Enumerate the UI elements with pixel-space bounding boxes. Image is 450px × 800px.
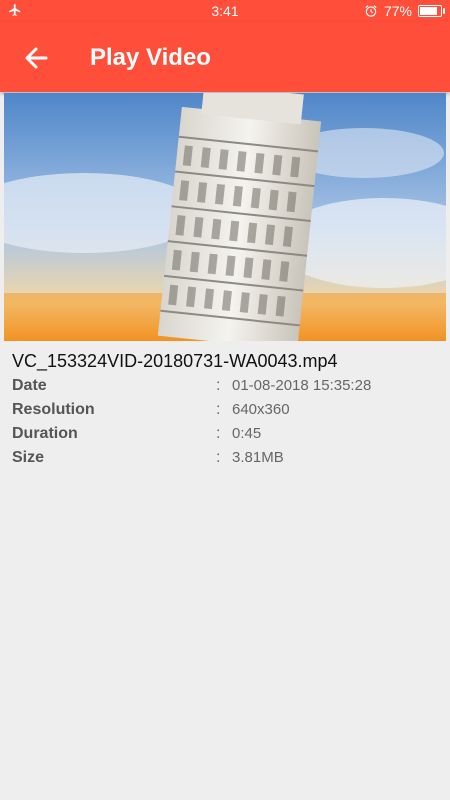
- battery-percent: 77%: [383, 3, 412, 19]
- video-thumbnail: [4, 93, 446, 341]
- detail-separator: :: [216, 449, 221, 466]
- video-player[interactable]: [4, 93, 446, 341]
- detail-label: Resolution: [12, 401, 95, 418]
- detail-row-duration: Duration : 0:45: [12, 425, 442, 449]
- status-bar: 3:41 77%: [0, 0, 450, 22]
- detail-row-resolution: Resolution : 640x360: [12, 401, 442, 425]
- back-button[interactable]: [16, 38, 56, 78]
- detail-separator: :: [216, 425, 221, 442]
- status-right: 77%: [364, 3, 445, 19]
- page-title: Play Video: [90, 44, 211, 71]
- detail-separator: :: [216, 377, 221, 394]
- app-bar: Play Video: [0, 22, 450, 92]
- detail-row-date: Date : 01-08-2018 15:35:28: [12, 377, 442, 401]
- detail-row-size: Size : 3.81MB: [12, 449, 442, 473]
- detail-value: 640x360: [232, 401, 290, 418]
- arrow-back-icon: [25, 47, 48, 69]
- detail-label: Date: [12, 377, 47, 394]
- detail-separator: :: [216, 401, 221, 418]
- battery-icon: [418, 5, 445, 17]
- detail-label: Size: [12, 449, 45, 466]
- alarm-icon: [365, 5, 377, 17]
- detail-value: 01-08-2018 15:35:28: [232, 377, 372, 394]
- video-filename: VC_153324VID-20180731-WA0043.mp4: [12, 351, 338, 371]
- detail-label: Duration: [12, 425, 78, 442]
- detail-value: 3.81MB: [232, 449, 284, 466]
- detail-value: 0:45: [232, 425, 262, 442]
